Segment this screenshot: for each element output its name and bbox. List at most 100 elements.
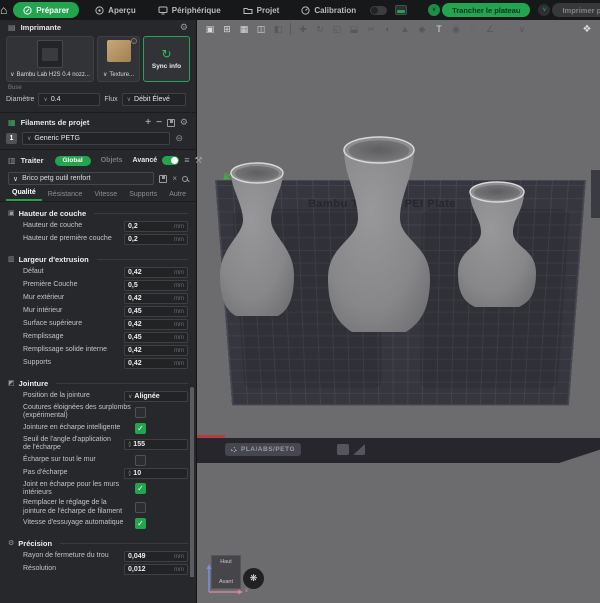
filament-sync-icon[interactable] xyxy=(166,118,175,127)
advanced-toggle[interactable] xyxy=(162,156,180,165)
param-row: Joint en écharpe pour les murs intérieur… xyxy=(0,480,196,499)
preview-icon xyxy=(95,5,104,15)
build-plate-card[interactable]: i ∨ Texture... xyxy=(97,36,140,82)
plate-tag-button xyxy=(337,444,349,455)
add-object-icon[interactable]: ▣ xyxy=(203,22,217,36)
param-input[interactable]: 0,42 mm xyxy=(124,293,188,304)
tab-project-label: Projet xyxy=(256,5,280,15)
chevron-down-icon: ∨ xyxy=(27,136,32,142)
checkbox[interactable] xyxy=(135,518,146,530)
add-plate-icon[interactable]: ⊞ xyxy=(220,22,234,36)
connection-toggle[interactable] xyxy=(370,5,388,15)
printer-icon: ▤ xyxy=(8,22,16,32)
flow-select[interactable]: ∨ Débit Élevé xyxy=(121,93,186,106)
nozzle-row: Diamètre ∨ 0.4 Flux ∨ Débit Élevé xyxy=(0,91,196,110)
scope-objects-label[interactable]: Objets xyxy=(101,157,123,164)
tab-strength[interactable]: Résistance xyxy=(42,191,89,201)
scale-icon: ◱ xyxy=(332,23,342,34)
arrange-icon[interactable]: ▦ xyxy=(237,22,251,36)
boolean-icon: ◐ xyxy=(385,23,391,34)
param-input[interactable]: 0,2 mm xyxy=(124,234,188,245)
viewport-3d[interactable]: ▣ ⊞ ▦ ◫ ◧ ✚ ↻ ◱ ⬓ ✂ ◐ ▲ ◆ T ◉ ◌ ∠ ··· ∨ … xyxy=(197,20,600,603)
flow-label: Flux xyxy=(104,96,118,103)
print-dropdown-icon[interactable]: ∨ xyxy=(538,4,551,16)
sync-icon: ↻ xyxy=(161,47,172,61)
printer-card[interactable]: ∨ Bambu Lab H2S 0.4 nozz... xyxy=(6,36,94,82)
minus-circle-icon[interactable]: ⊖ xyxy=(175,133,190,144)
plate-material-tag[interactable]: PLA/ABS/PETG xyxy=(225,443,302,456)
bambu-studio-window: ⌂ Préparer Aperçu Périphérique Projet Ca… xyxy=(0,0,600,603)
tab-preview[interactable]: Aperçu xyxy=(85,0,146,20)
checkbox[interactable] xyxy=(135,406,146,418)
settings-tabs: Qualité Résistance Vitesse Supports Autr… xyxy=(0,188,196,202)
preset-select[interactable]: ∨ Brico petg outil renfort xyxy=(8,172,155,185)
tab-prepare[interactable]: Préparer xyxy=(13,2,80,18)
checkbox[interactable] xyxy=(135,422,146,434)
flatten-icon: ⬓ xyxy=(349,23,359,34)
param-input[interactable]: 0,45 mm xyxy=(124,306,188,317)
tab-preview-label: Aperçu xyxy=(108,5,136,15)
remove-filament-icon[interactable]: − xyxy=(156,117,162,128)
info-icon[interactable]: i xyxy=(131,38,137,44)
plate-status-icon[interactable] xyxy=(395,5,408,15)
top-bar: ⌂ Préparer Aperçu Périphérique Projet Ca… xyxy=(0,0,600,20)
filament-settings-gear-icon[interactable]: ⚙ xyxy=(180,118,188,127)
tab-support[interactable]: Supports xyxy=(123,191,163,201)
tab-speed[interactable]: Vitesse xyxy=(88,191,123,201)
save-preset-icon[interactable] xyxy=(159,174,168,183)
add-filament-icon[interactable]: + xyxy=(145,117,151,128)
assembly-view-icon[interactable]: ❖ xyxy=(580,22,594,36)
scrollbar[interactable] xyxy=(190,387,194,577)
diameter-select[interactable]: ∨ 0.4 xyxy=(38,93,101,106)
view-top-label[interactable]: Haut xyxy=(212,559,240,565)
scope-global-pill[interactable]: Global xyxy=(54,155,91,166)
process-title: Traiter xyxy=(20,156,44,165)
filament-select[interactable]: ∨ Generic PETG xyxy=(22,132,171,145)
param-row: Coutures éloignées des surplombs (expéri… xyxy=(0,403,196,422)
text-tool-icon[interactable]: T xyxy=(432,22,446,36)
navigation-gizmo-icon[interactable]: ❋ xyxy=(243,568,264,589)
spin-input[interactable]: ∧ ∨ 155 xyxy=(124,438,188,450)
seam-position-select[interactable]: ∨ Alignée xyxy=(124,391,188,402)
param-row: Défaut 0,42 mm xyxy=(0,266,196,279)
search-icon[interactable] xyxy=(182,175,188,182)
slice-dropdown-icon[interactable]: ∨ xyxy=(428,4,441,16)
checkbox[interactable] xyxy=(135,502,146,514)
device-icon xyxy=(158,6,168,14)
checkbox[interactable] xyxy=(135,483,146,495)
param-input[interactable]: 0,012 mm xyxy=(124,564,188,576)
param-input[interactable]: 0,45 mm xyxy=(124,332,188,343)
tab-others[interactable]: Autre xyxy=(163,191,192,201)
list-view-icon[interactable]: ≡ xyxy=(184,156,189,165)
print-plate-button[interactable]: Imprimer plateau xyxy=(552,3,600,17)
slice-plate-button[interactable]: Trancher le plateau xyxy=(442,3,531,17)
clear-icon[interactable]: × xyxy=(172,174,177,183)
param-input[interactable]: 0,5 mm xyxy=(124,280,188,291)
param-input[interactable]: 0,2 mm xyxy=(124,221,188,232)
preset-row: ∨ Brico petg outil renfort × xyxy=(0,169,196,188)
view-front-label[interactable]: Avant xyxy=(212,579,240,585)
tab-prepare-label: Préparer xyxy=(36,5,70,15)
param-input[interactable]: 0,42 mm xyxy=(124,267,188,278)
seam-paint-icon: ◆ xyxy=(418,23,426,34)
auto-orient-icon[interactable]: ◫ xyxy=(254,22,268,36)
param-input[interactable]: 0,049 mm xyxy=(124,551,188,563)
checkbox[interactable] xyxy=(135,454,146,466)
tab-device[interactable]: Périphérique xyxy=(148,0,231,20)
spin-input[interactable]: ∧ ∨ 10 xyxy=(124,467,188,479)
sync-info-button[interactable]: ↻ Sync info xyxy=(143,36,190,82)
color-paint-icon: ◉ xyxy=(452,23,460,34)
diameter-label: Diamètre xyxy=(6,96,35,103)
param-input[interactable]: 0,42 mm xyxy=(124,319,188,330)
print-button-group: ∨ Imprimer plateau xyxy=(538,3,600,17)
process-tools-icon[interactable]: ⚒ xyxy=(194,156,202,165)
tab-project[interactable]: Projet xyxy=(233,0,290,20)
printer-settings-gear-icon[interactable]: ⚙ xyxy=(180,23,188,32)
fuzzy-skin-icon: ◌ xyxy=(470,23,476,34)
tab-quality[interactable]: Qualité xyxy=(6,189,42,201)
param-input[interactable]: 0,42 mm xyxy=(124,345,188,356)
home-icon[interactable]: ⌂ xyxy=(0,0,7,20)
orientation-cube[interactable]: Haut Avant xyxy=(211,555,241,589)
param-input[interactable]: 0,42 mm xyxy=(124,358,188,369)
tab-calibration[interactable]: Calibration xyxy=(291,0,366,20)
